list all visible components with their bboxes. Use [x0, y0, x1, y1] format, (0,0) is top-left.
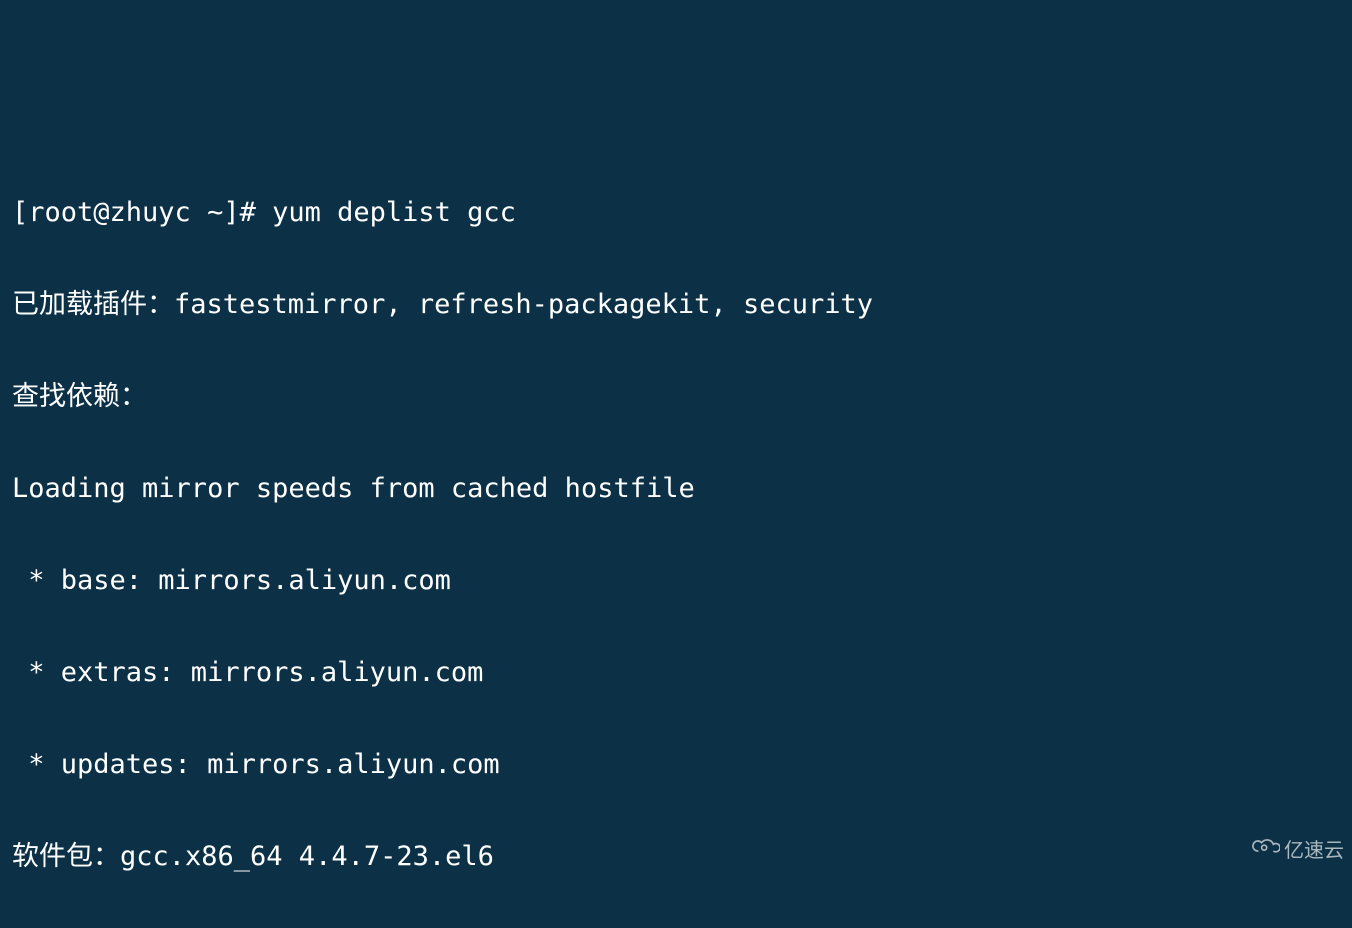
terminal-line-prompt[interactable]: [root@zhuyc ~]# yum deplist gcc: [12, 190, 1340, 236]
watermark: 亿速云: [1228, 782, 1344, 920]
terminal-line: * updates: mirrors.aliyun.com: [12, 742, 1340, 788]
terminal-line: * base: mirrors.aliyun.com: [12, 558, 1340, 604]
terminal-line: * extras: mirrors.aliyun.com: [12, 650, 1340, 696]
terminal-line: Loading mirror speeds from cached hostfi…: [12, 466, 1340, 512]
terminal-line: 已加载插件：fastestmirror, refresh-packagekit,…: [12, 282, 1340, 328]
terminal-line: 软件包：gcc.x86_64 4.4.7-23.el6: [12, 834, 1340, 880]
terminal-line: 查找依赖：: [12, 374, 1340, 420]
watermark-text: 亿速云: [1284, 828, 1344, 874]
cloud-icon: [1228, 782, 1280, 920]
